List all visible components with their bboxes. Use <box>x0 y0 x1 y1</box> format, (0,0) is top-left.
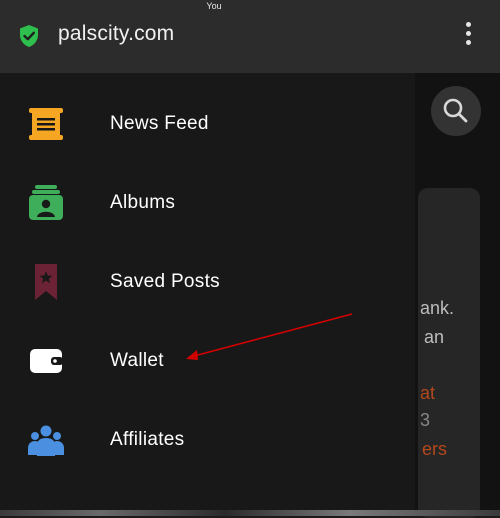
people-icon <box>28 425 64 456</box>
drawer-item-saved-posts[interactable]: Saved Posts <box>0 247 415 317</box>
drawer-item-news-feed[interactable]: News Feed <box>0 89 415 159</box>
background-post-card <box>418 188 480 518</box>
drawer-item-affiliates[interactable]: Affiliates <box>0 405 415 475</box>
drawer-item-albums[interactable]: Albums <box>0 168 415 238</box>
drawer-item-wallet[interactable]: Wallet <box>0 326 415 396</box>
navigation-drawer: News Feed Albums Saved Posts Wallet Affi… <box>0 73 415 516</box>
background-image-strip <box>0 510 500 516</box>
background-link-fragment: at <box>420 383 436 403</box>
browser-toolbar: You palscity.com <box>0 0 500 73</box>
drawer-item-label: Wallet <box>110 350 164 371</box>
background-text-fragment: 3 <box>420 410 431 430</box>
more-options-icon[interactable] <box>462 22 474 48</box>
search-button[interactable] <box>431 86 481 136</box>
bookmark-icon <box>35 264 57 300</box>
search-icon <box>443 98 468 123</box>
user-indicator: You <box>206 1 222 11</box>
albums-icon <box>29 185 63 220</box>
secure-shield-icon[interactable] <box>18 24 40 48</box>
drawer-item-label: News Feed <box>110 113 209 134</box>
newspaper-icon <box>29 108 63 140</box>
address-bar-url[interactable]: palscity.com <box>58 22 174 46</box>
drawer-item-label: Saved Posts <box>110 271 220 292</box>
wallet-icon <box>30 349 63 373</box>
background-text-fragment: ank. <box>420 298 455 318</box>
drawer-item-label: Affiliates <box>110 429 185 450</box>
drawer-item-label: Albums <box>110 192 176 213</box>
background-text-fragment: an <box>424 327 445 347</box>
background-link-fragment: ers <box>422 439 448 459</box>
